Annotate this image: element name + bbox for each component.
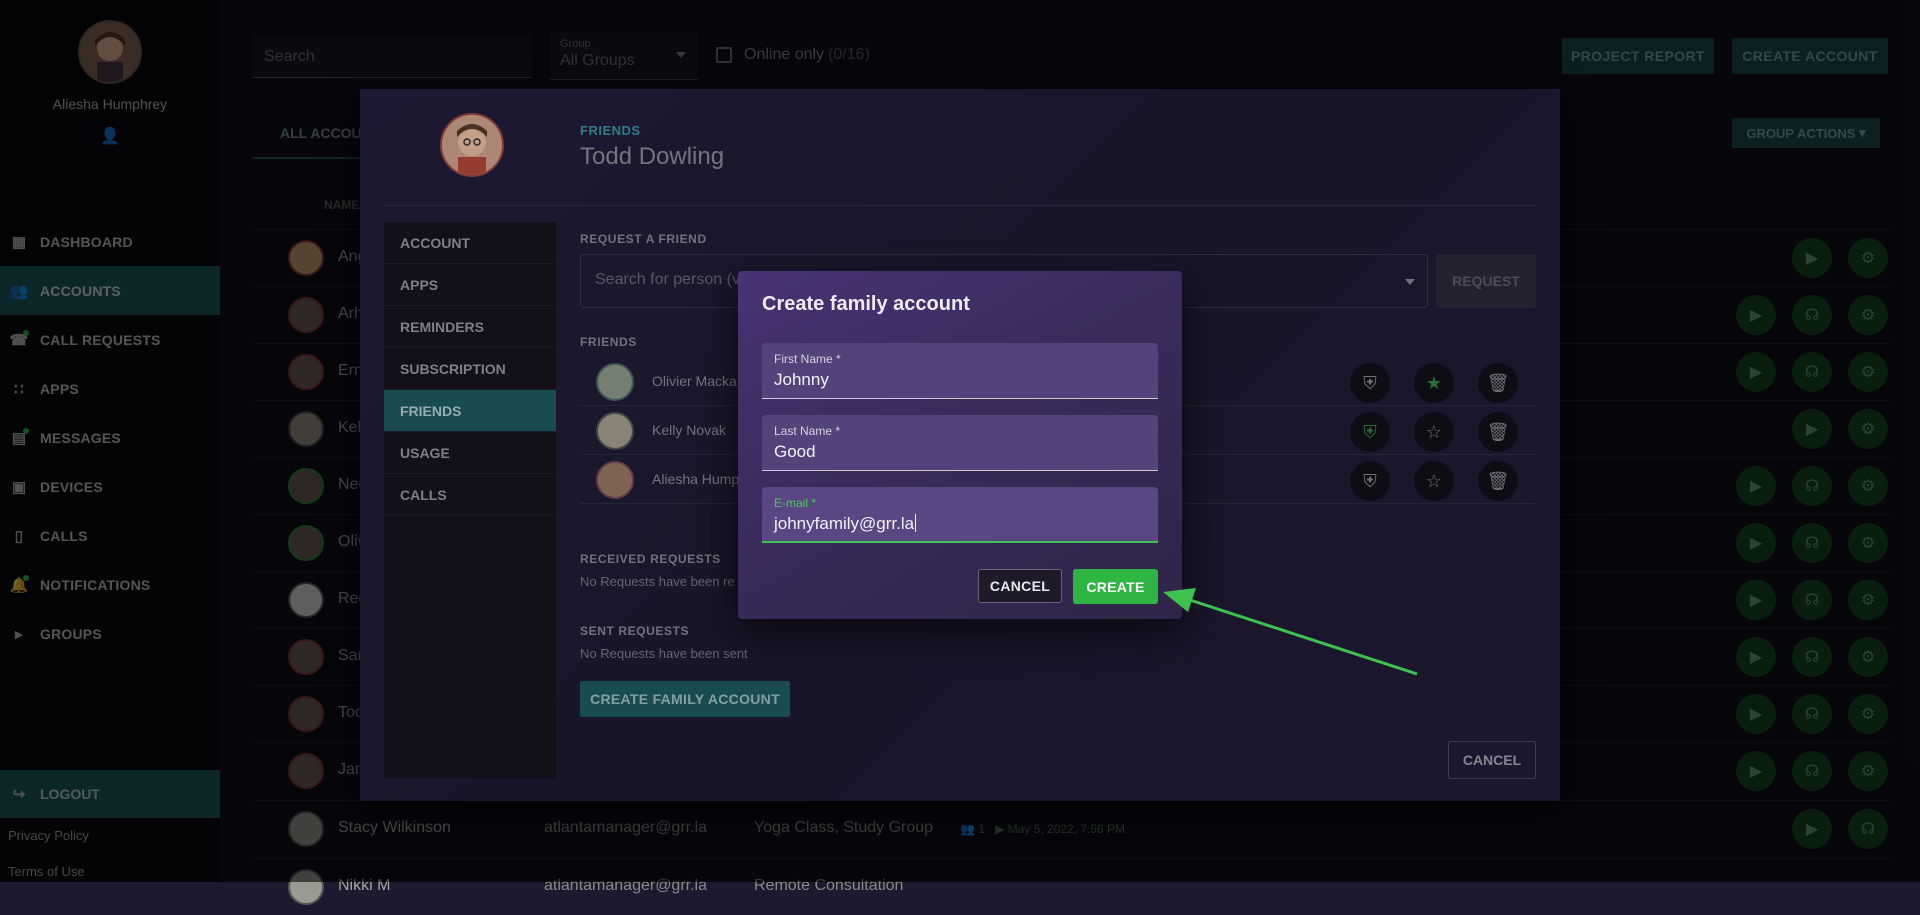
first-name-value: Johnny (774, 370, 829, 389)
email-label: E-mail * (774, 496, 817, 510)
first-name-field[interactable]: First Name * Johnny (762, 343, 1158, 399)
modal-title: Create family account (762, 293, 970, 315)
email-value: johnyfamily@grr.la (774, 514, 915, 533)
cancel-button[interactable]: CANCEL (978, 569, 1062, 603)
email-field[interactable]: E-mail * johnyfamily@grr.la (762, 487, 1158, 543)
last-name-label: Last Name * (774, 424, 841, 438)
create-button[interactable]: CREATE (1073, 569, 1158, 604)
last-name-field[interactable]: Last Name * Good (762, 415, 1158, 471)
last-name-value: Good (774, 442, 816, 461)
create-family-account-modal: Create family account First Name * Johnn… (738, 271, 1182, 619)
text-cursor (915, 514, 917, 532)
email-value-wrap: johnyfamily@grr.la (774, 514, 917, 534)
first-name-label: First Name * (774, 352, 841, 366)
